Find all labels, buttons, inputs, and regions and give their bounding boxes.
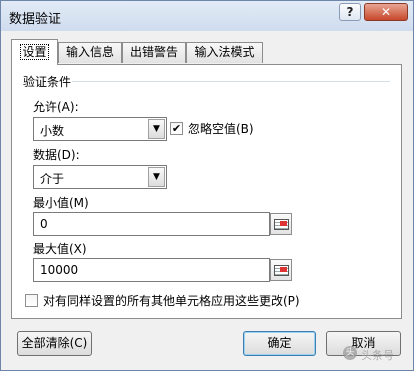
tab-input-message[interactable]: 输入信息 xyxy=(58,42,122,63)
min-range-picker-button[interactable] xyxy=(270,213,292,235)
clear-all-button[interactable]: 全部清除(C) xyxy=(17,331,92,356)
data-select-value: 介于 xyxy=(40,172,65,186)
title-bar[interactable]: 数据验证 ? ✕ xyxy=(1,1,413,31)
criteria-group-label: 验证条件 xyxy=(23,75,72,89)
watermark-logo-icon: 头 xyxy=(343,346,357,360)
max-value-input[interactable]: 10000 xyxy=(33,258,270,282)
range-marker-icon xyxy=(280,267,287,272)
data-label: 数据(D): xyxy=(33,148,80,162)
range-marker-icon xyxy=(280,221,287,226)
chevron-down-icon[interactable]: ▼ xyxy=(148,167,165,187)
ok-button[interactable]: 确定 xyxy=(243,331,316,356)
group-divider xyxy=(72,81,390,82)
max-range-picker-button[interactable] xyxy=(270,259,292,281)
ignore-blank-checkbox[interactable]: ✔ xyxy=(170,122,183,135)
apply-all-checkbox[interactable] xyxy=(25,294,38,307)
chevron-down-icon[interactable]: ▼ xyxy=(148,119,165,139)
help-button[interactable]: ? xyxy=(339,3,361,21)
tab-settings[interactable]: 设置 xyxy=(11,39,58,65)
tab-ime-mode[interactable]: 输入法模式 xyxy=(186,42,263,63)
data-validation-dialog: 数据验证 ? ✕ 设置 输入信息 出错警告 输入法模式 验证条件 允许(A): … xyxy=(0,0,414,371)
watermark: 头 头条号 xyxy=(343,346,413,366)
apply-all-label[interactable]: 对有同样设置的所有其他单元格应用这些更改(P) xyxy=(43,292,300,309)
allow-select[interactable]: 小数 ▼ xyxy=(33,117,167,141)
close-button[interactable]: ✕ xyxy=(364,3,408,21)
min-value-text: 0 xyxy=(40,217,48,231)
settings-panel: 验证条件 允许(A): 小数 ▼ ✔ 忽略空值(B) 数据(D): 介于 ▼ 最… xyxy=(11,64,402,319)
max-value-text: 10000 xyxy=(40,263,79,277)
min-value-input[interactable]: 0 xyxy=(33,212,270,236)
allow-label: 允许(A): xyxy=(33,100,79,114)
window-title: 数据验证 xyxy=(9,12,62,27)
watermark-text: 头条号 xyxy=(361,349,394,362)
ignore-blank-label[interactable]: 忽略空值(B) xyxy=(188,120,254,137)
allow-select-value: 小数 xyxy=(40,124,65,138)
min-label: 最小值(M) xyxy=(33,196,89,210)
tab-error-alert[interactable]: 出错警告 xyxy=(122,42,186,63)
max-label: 最大值(X) xyxy=(33,242,87,256)
data-select[interactable]: 介于 ▼ xyxy=(33,165,167,189)
